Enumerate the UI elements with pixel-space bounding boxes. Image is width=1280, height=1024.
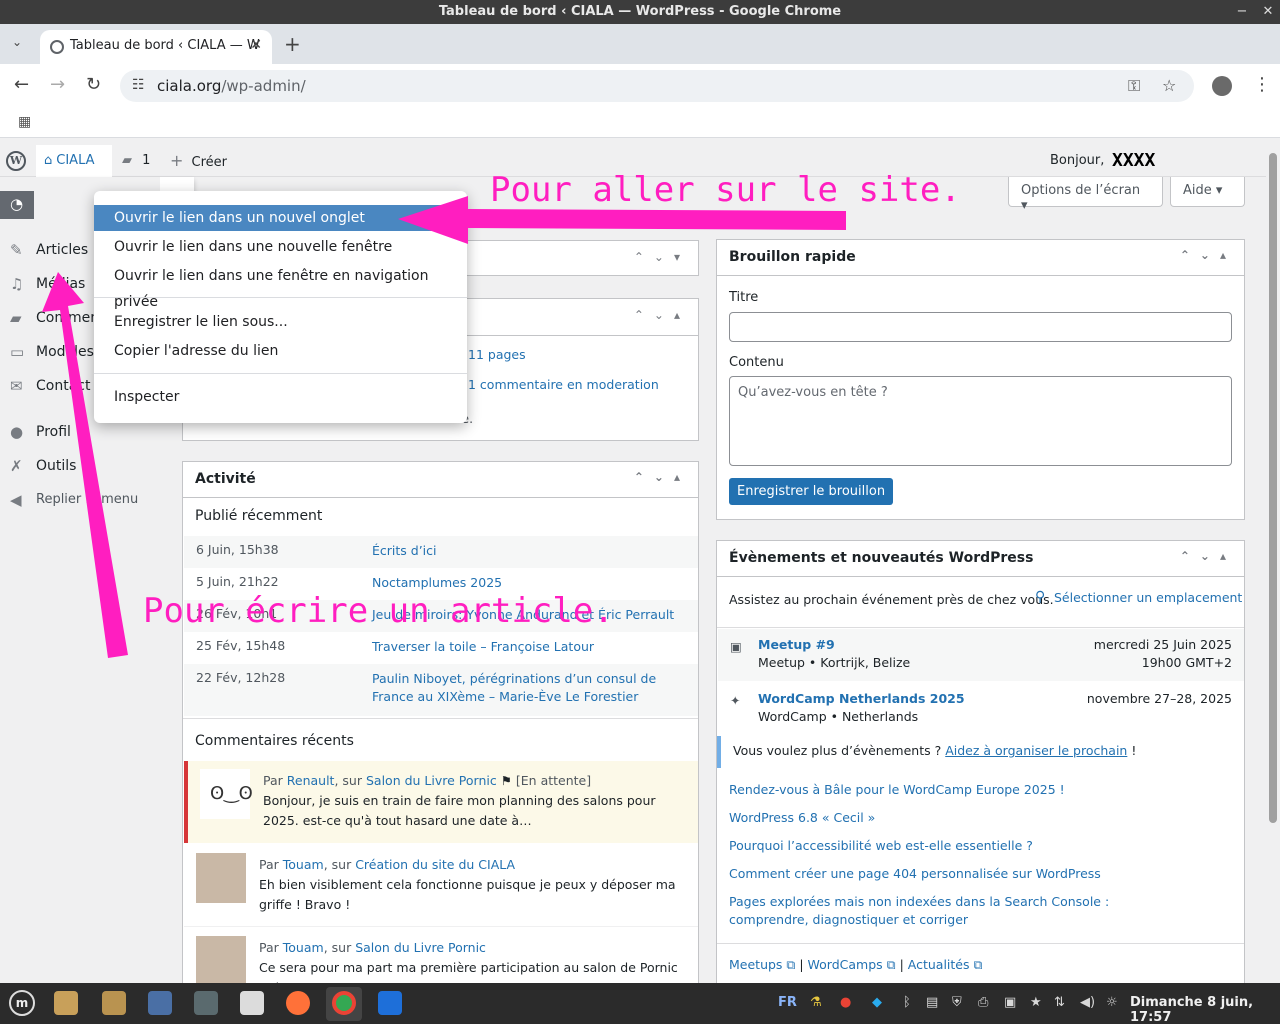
clipboard-icon[interactable]: ▤: [926, 995, 938, 1010]
folder-icon: [54, 991, 78, 1015]
annotation-arrows: [42, 196, 846, 658]
taskbar-files[interactable]: [48, 987, 84, 1021]
mail-icon: [148, 991, 172, 1015]
writer-icon: [378, 991, 402, 1015]
network-icon[interactable]: ⇅: [1054, 995, 1065, 1010]
brightness-icon[interactable]: ☼: [1106, 995, 1118, 1010]
taskbar-chrome[interactable]: [326, 987, 362, 1021]
chrome-icon: [332, 991, 356, 1015]
bluetooth-icon[interactable]: ᛒ: [903, 995, 911, 1010]
mint-logo-icon: m: [9, 990, 35, 1016]
annotation-visit-site: Pour aller sur le site.: [490, 170, 961, 210]
start-menu-button[interactable]: m: [4, 987, 40, 1021]
annotation-write-article: Pour écrire un article.: [143, 591, 614, 631]
shield-icon[interactable]: ⛨: [952, 995, 962, 1010]
arrow-to-articles-icon: [42, 272, 128, 658]
taskbar-writer[interactable]: [372, 987, 408, 1021]
taskbar-terminal[interactable]: [188, 987, 224, 1021]
firefox-icon: [286, 991, 310, 1015]
page-scrollbar[interactable]: [1266, 145, 1280, 983]
scrollbar-thumb[interactable]: [1269, 153, 1277, 823]
clock[interactable]: Dimanche 8 juin, 17:57: [1130, 995, 1280, 1024]
telegram-icon[interactable]: ◆: [872, 995, 882, 1010]
favorites-star-icon[interactable]: ★: [1030, 995, 1042, 1010]
taskbar-mail[interactable]: [142, 987, 178, 1021]
taskbar-files-2[interactable]: [96, 987, 132, 1021]
taskbar-firefox[interactable]: [280, 987, 316, 1021]
terminal-icon: [194, 991, 218, 1015]
keyboard-layout[interactable]: FR: [778, 995, 797, 1010]
printer-icon[interactable]: ⎙: [978, 995, 988, 1010]
taskbar-editor[interactable]: [234, 987, 270, 1021]
os-taskbar: m FR ⚗ ● ◆ ᛒ ▤ ⛨ ⎙ ▣ ★ ⇅ ◀) ☼ Dimanche 8…: [0, 983, 1280, 1024]
volume-icon[interactable]: ◀): [1080, 995, 1095, 1010]
mega-icon[interactable]: ●: [840, 995, 851, 1010]
document-icon: [240, 991, 264, 1015]
flask-icon[interactable]: ⚗: [810, 995, 822, 1010]
folder-icon: [102, 991, 126, 1015]
notes-icon[interactable]: ▣: [1004, 995, 1016, 1010]
